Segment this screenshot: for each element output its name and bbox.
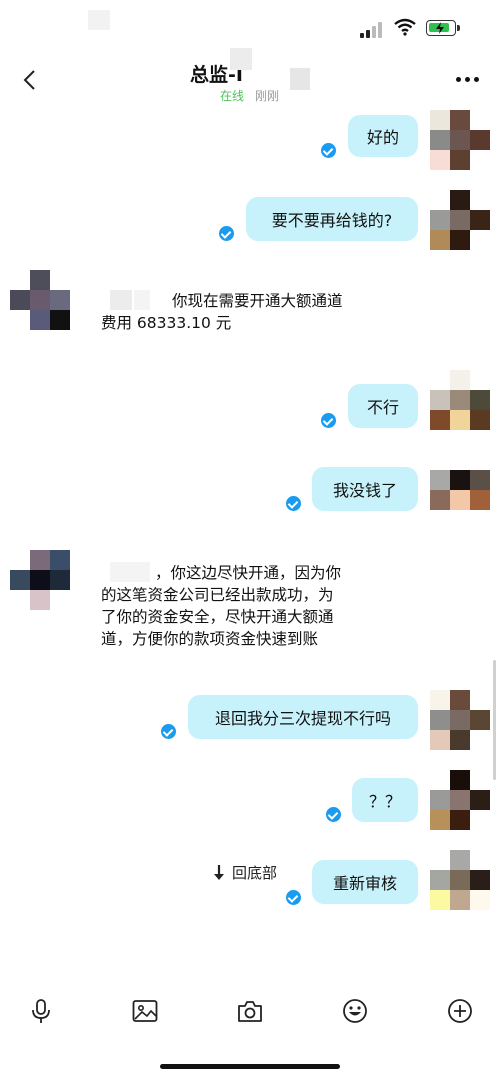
read-check-icon	[286, 890, 301, 905]
scrollbar[interactable]	[493, 660, 496, 780]
jump-to-bottom-button[interactable]: 回底部	[212, 862, 277, 883]
message-text-incoming: 了你的资金安全，尽快开通大额通	[101, 608, 334, 626]
message-bubble-outgoing[interactable]: ？？	[352, 778, 418, 822]
arrow-down-icon	[214, 864, 224, 880]
avatar[interactable]	[430, 370, 490, 430]
message-text-incoming: 费用 68333.10 元	[101, 314, 232, 332]
battery-icon	[426, 20, 460, 36]
jump-to-bottom-label: 回底部	[232, 864, 278, 882]
read-check-icon	[286, 496, 301, 511]
status-blur	[88, 10, 110, 30]
avatar[interactable]	[430, 850, 490, 910]
sender-blur	[110, 290, 132, 310]
message-bubble-outgoing[interactable]: 重新审核	[312, 860, 418, 904]
avatar[interactable]	[430, 690, 490, 750]
dot-icon	[456, 77, 461, 82]
read-check-icon	[321, 143, 336, 158]
more-options-button[interactable]	[456, 74, 482, 84]
message-text-incoming: ，你这边尽快开通，因为你	[155, 564, 342, 582]
read-check-icon	[321, 413, 336, 428]
message-bubble-outgoing[interactable]: 不行	[348, 384, 418, 428]
sender-blur	[134, 290, 150, 310]
avatar[interactable]	[430, 770, 490, 830]
image-icon[interactable]	[132, 998, 158, 1024]
avatar[interactable]	[10, 270, 70, 330]
signal-icon	[360, 22, 388, 38]
sender-blur	[110, 562, 150, 582]
message-bubble-outgoing[interactable]: 我没钱了	[312, 467, 418, 511]
read-check-icon	[161, 724, 176, 739]
wifi-icon	[394, 18, 416, 36]
camera-icon[interactable]	[237, 998, 263, 1024]
title-blur	[230, 48, 252, 70]
message-bubble-outgoing[interactable]: 好的	[348, 115, 418, 157]
message-text-incoming: 你现在需要开通大额通道	[172, 292, 343, 310]
message-bubble-outgoing[interactable]: 退回我分三次提现不行吗	[188, 695, 418, 739]
dot-icon	[474, 77, 479, 82]
emoji-icon[interactable]	[342, 998, 368, 1024]
title-blur	[290, 68, 310, 90]
read-check-icon	[326, 807, 341, 822]
home-indicator[interactable]	[160, 1064, 340, 1069]
read-check-icon	[219, 226, 234, 241]
microphone-icon[interactable]	[28, 998, 54, 1024]
message-text-incoming: 的这笔资金公司已经出款成功，为	[101, 586, 334, 604]
avatar[interactable]	[10, 550, 70, 610]
plus-icon[interactable]	[447, 998, 473, 1024]
avatar[interactable]	[430, 190, 490, 250]
last-seen: 刚刚	[255, 89, 280, 103]
back-button[interactable]	[20, 68, 40, 92]
avatar[interactable]	[430, 110, 490, 170]
avatar[interactable]	[430, 470, 490, 530]
message-text-incoming: 道，方便你的款项资金快速到账	[101, 630, 319, 648]
online-status: 在线	[220, 89, 245, 103]
message-bubble-outgoing[interactable]: 要不要再给钱的?	[246, 197, 418, 241]
dot-icon	[465, 77, 470, 82]
